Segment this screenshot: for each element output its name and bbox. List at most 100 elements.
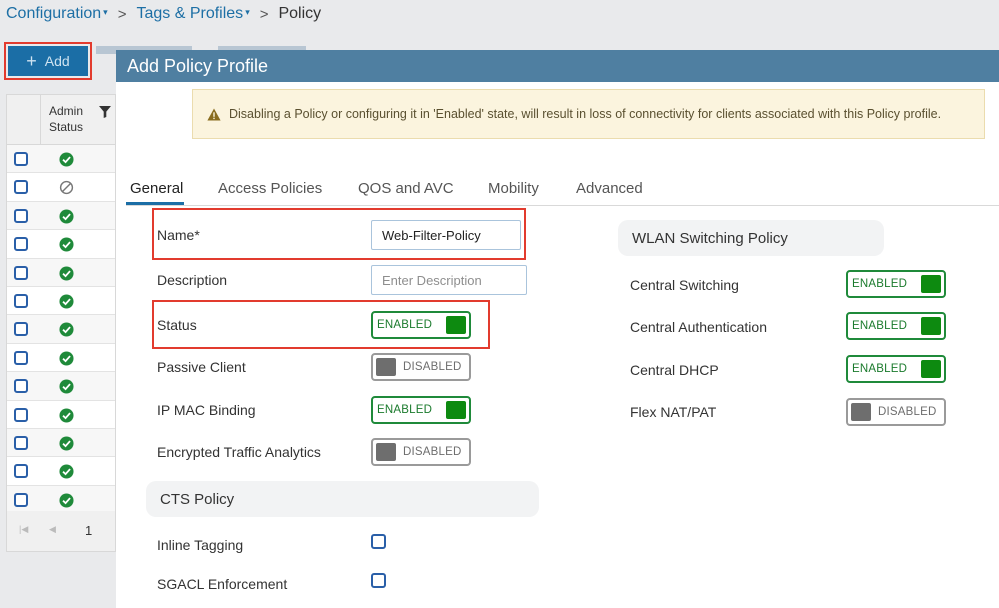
breadcrumb-separator: >: [117, 5, 127, 23]
table-row[interactable]: [7, 173, 115, 202]
toggle-knob: [851, 403, 871, 421]
sgacl-enforcement-checkbox[interactable]: [371, 573, 386, 588]
ip-mac-binding-label: IP MAC Binding: [157, 402, 256, 418]
check-circle-icon: [59, 379, 74, 394]
table-row[interactable]: [7, 287, 115, 316]
filter-icon[interactable]: [99, 106, 111, 118]
check-circle-icon: [59, 322, 74, 337]
table-row[interactable]: [7, 428, 115, 458]
description-label: Description: [157, 272, 228, 288]
tab-access-policies[interactable]: Access Policies: [218, 180, 322, 197]
row-checkbox[interactable]: [14, 322, 28, 337]
table-row[interactable]: [7, 145, 115, 174]
toggle-state-text: ENABLED: [377, 404, 433, 416]
warning-text: Disabling a Policy or configuring it in …: [229, 107, 942, 121]
name-label: Name*: [157, 227, 200, 243]
check-circle-icon: [59, 237, 74, 252]
breadcrumb-separator: >: [259, 5, 269, 23]
central-authentication-label: Central Authentication: [630, 319, 767, 335]
check-circle-icon: [59, 294, 74, 309]
row-checkbox[interactable]: [14, 208, 28, 223]
plus-icon: +: [26, 51, 37, 71]
inline-tagging-label: Inline Tagging: [157, 537, 244, 553]
select-column: [7, 95, 41, 145]
wlan-switching-policy-section: WLAN Switching Policy: [618, 220, 884, 256]
check-circle-icon: [59, 407, 74, 423]
check-circle-icon: [59, 493, 74, 508]
toggle-state-text: ENABLED: [377, 319, 433, 331]
row-checkbox[interactable]: [14, 379, 28, 394]
table-row[interactable]: [7, 372, 115, 401]
toggle-knob: [921, 360, 941, 378]
tab-advanced[interactable]: Advanced: [576, 180, 643, 197]
row-checkbox[interactable]: [14, 293, 28, 308]
sgacl-enforcement-label: SGACL Enforcement: [157, 576, 288, 592]
table-row[interactable]: [7, 401, 115, 429]
row-checkbox[interactable]: [14, 265, 28, 280]
admin-status-header: Admin Status: [49, 104, 84, 134]
breadcrumb-configuration[interactable]: Configuration ▾: [6, 5, 108, 23]
central-dhcp-toggle[interactable]: ENABLED: [846, 355, 946, 383]
status-label: Status: [157, 317, 197, 333]
toggle-knob: [446, 316, 466, 334]
central-authentication-toggle[interactable]: ENABLED: [846, 312, 946, 340]
central-switching-label: Central Switching: [630, 277, 739, 293]
toggle-state-text: DISABLED: [878, 406, 937, 418]
table-row[interactable]: [7, 230, 115, 259]
toggle-state-text: DISABLED: [403, 446, 462, 458]
cts-policy-section: CTS Policy: [146, 481, 539, 517]
ip-mac-binding-toggle[interactable]: ENABLED: [371, 396, 471, 424]
breadcrumb-tags-profiles[interactable]: Tags & Profiles ▾: [136, 5, 249, 23]
check-circle-icon: [59, 209, 74, 224]
passive-client-toggle[interactable]: DISABLED: [371, 353, 471, 381]
dialog-header: Add Policy Profile: [116, 50, 999, 82]
row-checkbox[interactable]: [14, 237, 28, 252]
wlan-switching-policy-title: WLAN Switching Policy: [632, 229, 788, 247]
active-tab-indicator: [126, 202, 184, 205]
toggle-knob: [921, 317, 941, 335]
status-toggle[interactable]: ENABLED: [371, 311, 471, 339]
tab-general[interactable]: General: [130, 180, 183, 197]
dialog-tabs: General Access Policies QOS and AVC Mobi…: [126, 178, 999, 206]
table-row[interactable]: [7, 344, 115, 373]
toggle-knob: [376, 443, 396, 461]
flex-nat-pat-toggle[interactable]: DISABLED: [846, 398, 946, 426]
tab-qos-and-avc[interactable]: QOS and AVC: [358, 180, 454, 197]
breadcrumb-policy: Policy: [278, 5, 322, 22]
chevron-down-icon: ▾: [245, 7, 250, 17]
table-row[interactable]: [7, 258, 115, 287]
row-checkbox[interactable]: [14, 435, 28, 450]
toggle-knob: [921, 275, 941, 293]
add-button[interactable]: + Add: [8, 46, 88, 76]
check-circle-icon: [59, 464, 74, 479]
inline-tagging-checkbox[interactable]: [371, 534, 386, 549]
breadcrumb: Configuration ▾ > Tags & Profiles ▾ > Poli…: [6, 4, 321, 24]
table-row[interactable]: [7, 485, 115, 515]
central-switching-toggle[interactable]: ENABLED: [846, 270, 946, 298]
table-header: Admin Status: [7, 95, 115, 145]
check-circle-icon: [59, 351, 74, 366]
table-body: [7, 145, 115, 515]
row-checkbox[interactable]: [14, 492, 28, 507]
description-input[interactable]: Enter Description: [371, 265, 527, 295]
policy-table: Admin Status |◀ ◀ 1: [6, 94, 116, 552]
row-checkbox[interactable]: [14, 350, 28, 365]
add-button-label: Add: [44, 53, 70, 69]
table-row[interactable]: [7, 315, 115, 344]
passive-client-label: Passive Client: [157, 359, 246, 375]
table-row[interactable]: [7, 201, 115, 231]
prev-page-icon[interactable]: ◀: [49, 524, 56, 535]
row-checkbox[interactable]: [14, 152, 28, 166]
encrypted-traffic-analytics-toggle[interactable]: DISABLED: [371, 438, 471, 466]
name-input[interactable]: Web-Filter-Policy: [371, 220, 521, 250]
check-circle-icon: [59, 266, 74, 281]
row-checkbox[interactable]: [14, 407, 28, 422]
table-row[interactable]: [7, 457, 115, 486]
row-checkbox[interactable]: [14, 464, 28, 479]
page-number[interactable]: 1: [85, 523, 92, 538]
row-checkbox[interactable]: [14, 180, 28, 195]
tab-mobility[interactable]: Mobility: [488, 180, 539, 197]
first-page-icon[interactable]: |◀: [19, 524, 28, 535]
disabled-circle-icon: [59, 181, 74, 195]
toggle-knob: [376, 358, 396, 376]
